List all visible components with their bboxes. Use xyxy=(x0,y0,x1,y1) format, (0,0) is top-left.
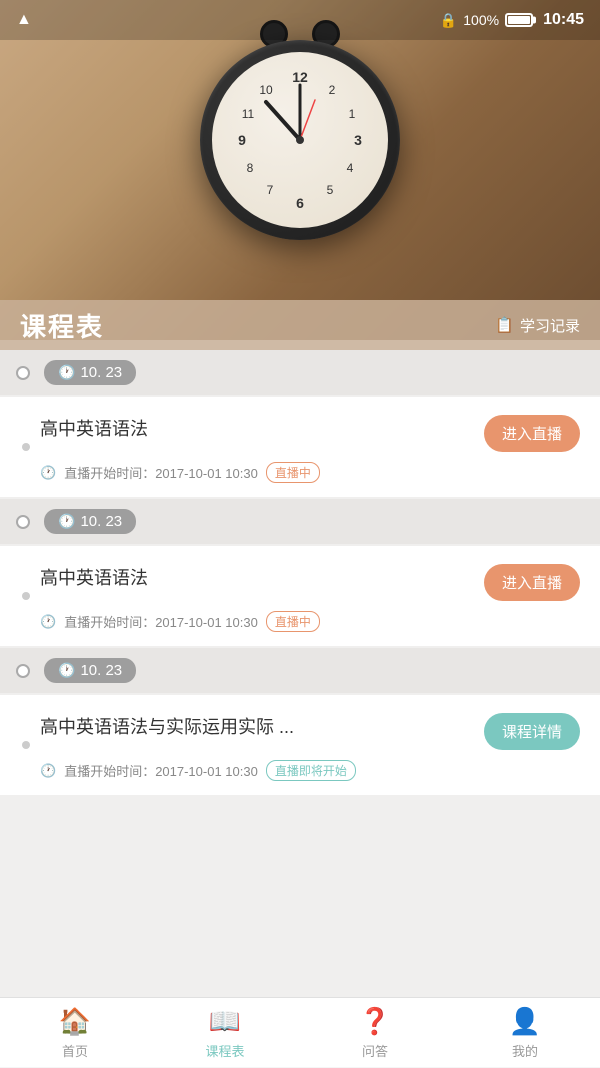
svg-text:3: 3 xyxy=(354,132,362,148)
enter-live-btn-2[interactable]: 进入直播 xyxy=(484,564,580,601)
clock-face-svg: 12 6 9 3 2 1 4 5 10 11 8 7 xyxy=(220,60,380,220)
time-icon-1: 🕐 xyxy=(40,465,56,481)
svg-text:1: 1 xyxy=(349,107,356,121)
date-row-2: 🕐 10. 23 xyxy=(0,499,600,544)
study-record-btn[interactable]: 📋 学习记录 xyxy=(495,315,580,336)
time-label-3: 直播开始时间：2017-10-01 10:30 xyxy=(64,761,258,780)
clock-time: 10:45 xyxy=(543,11,584,29)
clock-image: 12 6 9 3 2 1 4 5 10 11 8 7 xyxy=(190,40,410,260)
svg-text:4: 4 xyxy=(347,161,354,175)
course-list: 🕐 10. 23 高中英语语法 进入直播 🕐 直播开始时间：2017-10-01… xyxy=(0,350,600,997)
timeline-section-1: 🕐 10. 23 高中英语语法 进入直播 🕐 直播开始时间：2017-10-01… xyxy=(0,350,600,497)
status-bar: ▲ 🔒 100% 10:45 xyxy=(0,0,600,40)
live-badge-2: 直播中 xyxy=(266,611,320,632)
nav-item-schedule[interactable]: 📖 课程表 xyxy=(150,998,300,1068)
status-left: ▲ xyxy=(16,11,32,29)
battery-percent: 100% xyxy=(463,12,499,28)
page-title: 课程表 xyxy=(20,307,104,344)
svg-text:10: 10 xyxy=(259,83,273,97)
nav-label-home: 首页 xyxy=(62,1041,88,1060)
course-header-3: 高中英语语法与实际运用实际 ... 课程详情 xyxy=(40,713,580,750)
lock-icon: 🔒 xyxy=(440,12,457,29)
svg-text:2: 2 xyxy=(329,83,336,97)
status-right: 🔒 100% 10:45 xyxy=(440,11,584,29)
profile-icon: 👤 xyxy=(509,1006,541,1037)
nav-label-profile: 我的 xyxy=(512,1041,538,1060)
nav-label-schedule: 课程表 xyxy=(205,1041,244,1060)
bottom-nav: 🏠 首页 📖 课程表 ❓ 问答 👤 我的 xyxy=(0,997,600,1067)
course-item-3: 高中英语语法与实际运用实际 ... 课程详情 🕐 直播开始时间：2017-10-… xyxy=(0,695,600,795)
svg-text:8: 8 xyxy=(247,161,254,175)
date-badge-3: 🕐 10. 23 xyxy=(44,658,136,683)
course-item-2: 高中英语语法 进入直播 🕐 直播开始时间：2017-10-01 10:30 直播… xyxy=(0,546,600,646)
wifi-icon: ▲ xyxy=(16,11,32,29)
time-icon-3: 🕐 xyxy=(40,763,56,779)
date-label-2: 10. 23 xyxy=(80,513,122,530)
svg-text:11: 11 xyxy=(242,107,255,121)
battery-icon xyxy=(505,13,533,27)
svg-text:5: 5 xyxy=(327,183,334,197)
course-name-3: 高中英语语法与实际运用实际 ... xyxy=(40,713,474,739)
home-icon: 🏠 xyxy=(59,1006,91,1037)
svg-text:9: 9 xyxy=(238,132,246,148)
course-item-1: 高中英语语法 进入直播 🕐 直播开始时间：2017-10-01 10:30 直播… xyxy=(0,397,600,497)
live-soon-badge-3: 直播即将开始 xyxy=(266,760,356,781)
date-row-1: 🕐 10. 23 xyxy=(0,350,600,395)
date-label-3: 10. 23 xyxy=(80,662,122,679)
clock-badge-icon-1: 🕐 xyxy=(58,364,75,381)
svg-text:6: 6 xyxy=(296,195,304,211)
page-header: 课程表 📋 学习记录 xyxy=(0,300,600,350)
date-label-1: 10. 23 xyxy=(80,364,122,381)
enter-live-btn-1[interactable]: 进入直播 xyxy=(484,415,580,452)
clock-badge-icon-3: 🕐 xyxy=(58,662,75,679)
live-badge-1: 直播中 xyxy=(266,462,320,483)
time-label-1: 直播开始时间：2017-10-01 10:30 xyxy=(64,463,258,482)
svg-text:12: 12 xyxy=(292,69,308,85)
course-name-2: 高中英语语法 xyxy=(40,564,474,590)
date-badge-2: 🕐 10. 23 xyxy=(44,509,136,534)
detail-btn-3[interactable]: 课程详情 xyxy=(484,713,580,750)
date-badge-1: 🕐 10. 23 xyxy=(44,360,136,385)
course-header-2: 高中英语语法 进入直播 xyxy=(40,564,580,601)
time-icon-2: 🕐 xyxy=(40,614,56,630)
course-name-1: 高中英语语法 xyxy=(40,415,474,441)
clock-badge-icon-2: 🕐 xyxy=(58,513,75,530)
study-record-label: 学习记录 xyxy=(520,315,580,336)
record-icon: 📋 xyxy=(495,316,514,334)
timeline-section-3: 🕐 10. 23 高中英语语法与实际运用实际 ... 课程详情 🕐 直播开始时间… xyxy=(0,648,600,795)
nav-item-home[interactable]: 🏠 首页 xyxy=(0,998,150,1068)
schedule-icon: 📖 xyxy=(209,1006,241,1037)
nav-label-qa: 问答 xyxy=(362,1041,388,1060)
course-meta-1: 🕐 直播开始时间：2017-10-01 10:30 直播中 xyxy=(40,462,580,483)
nav-item-qa[interactable]: ❓ 问答 xyxy=(300,998,450,1068)
date-row-3: 🕐 10. 23 xyxy=(0,648,600,693)
course-meta-3: 🕐 直播开始时间：2017-10-01 10:30 直播即将开始 xyxy=(40,760,580,781)
time-label-2: 直播开始时间：2017-10-01 10:30 xyxy=(64,612,258,631)
svg-text:7: 7 xyxy=(267,183,274,197)
hero-banner: 12 6 9 3 2 1 4 5 10 11 8 7 xyxy=(0,0,600,340)
course-header-1: 高中英语语法 进入直播 xyxy=(40,415,580,452)
course-meta-2: 🕐 直播开始时间：2017-10-01 10:30 直播中 xyxy=(40,611,580,632)
timeline-section-2: 🕐 10. 23 高中英语语法 进入直播 🕐 直播开始时间：2017-10-01… xyxy=(0,499,600,646)
nav-item-profile[interactable]: 👤 我的 xyxy=(450,998,600,1068)
qa-icon: ❓ xyxy=(359,1006,391,1037)
